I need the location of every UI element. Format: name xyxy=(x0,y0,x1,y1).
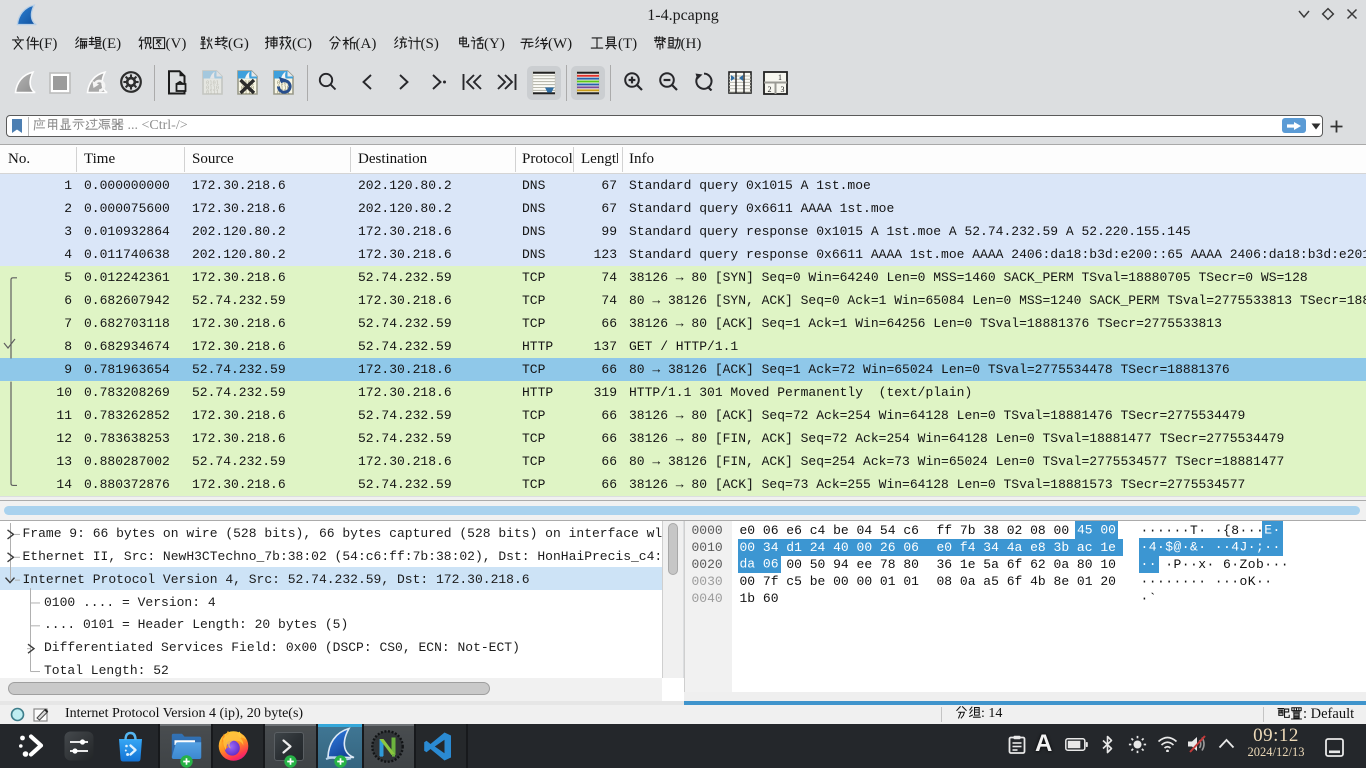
svg-text:2: 2 xyxy=(768,85,772,94)
svg-text:0111: 0111 xyxy=(206,90,219,95)
svg-text:1: 1 xyxy=(778,73,782,82)
svg-text:3: 3 xyxy=(781,85,785,94)
